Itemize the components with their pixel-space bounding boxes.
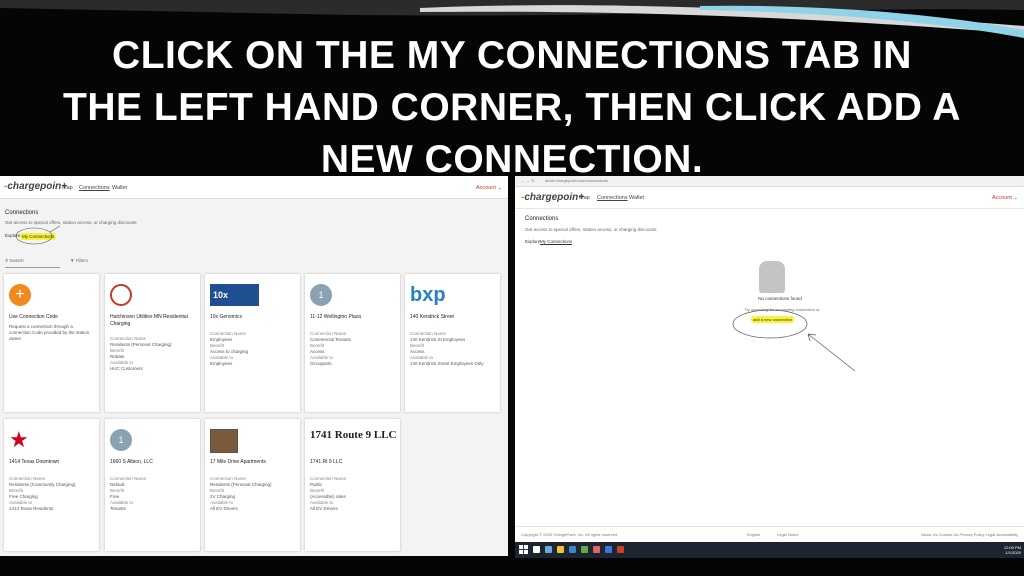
mail-icon[interactable] <box>569 546 576 553</box>
card-details: Connection Name Commercial Tenants Benefit… <box>310 331 351 366</box>
tab-my-connections[interactable]: My Connections <box>540 239 573 245</box>
card-name: Use Connection Code <box>9 314 58 320</box>
nav-map[interactable]: Map <box>579 195 590 201</box>
connection-card[interactable]: 1 1660 S Albion, LLC Connection Name Defa… <box>105 419 200 551</box>
file-explorer-icon[interactable] <box>557 546 564 553</box>
system-clock[interactable]: 12:00 PM 1/1/2020 <box>1004 545 1021 555</box>
plus-icon: + <box>9 284 31 306</box>
account-menu[interactable]: Account ⌄ <box>992 195 1018 201</box>
account-menu[interactable]: Account ⌄ <box>476 185 502 191</box>
nav-connections[interactable]: Connections <box>597 195 628 201</box>
browser-nav-icons[interactable]: ← → ↻ <box>521 178 535 183</box>
page-title: Connections <box>525 216 559 222</box>
star-icon: ★ <box>9 427 29 452</box>
card-details: Connection Name Employees Benefit Access to… <box>210 331 249 366</box>
card-details: Connection Name Default Benefit Free Availab… <box>110 476 147 511</box>
title-line-1: CLICK ON THE MY CONNECTIONS TAB IN <box>112 34 912 77</box>
card-details: Connection Name 140 Kendrick St Employees… <box>410 331 484 366</box>
title-line-2: THE LEFT HAND CORNER, THEN CLICK ADD A <box>63 86 961 129</box>
word-icon[interactable] <box>605 546 612 553</box>
seal-icon <box>110 284 132 306</box>
10x-logo: 10x <box>210 284 259 306</box>
text-logo: 1741 Route 9 LLC <box>310 429 397 441</box>
screenshot-explore: -chargepoin+ Map Connections Wallet Acco… <box>0 176 508 556</box>
bxp-logo: bxp <box>410 284 446 306</box>
card-details: Connection Name Residents (Personal Charg… <box>210 476 272 511</box>
top-nav: -chargepoin+ Map Connections Wallet Acco… <box>515 186 1024 209</box>
card-name: Hutchinson Utilities MN Residential Char… <box>110 314 188 327</box>
connection-card[interactable]: bxp 140 Kendrick Street Connection Name 1… <box>405 274 500 412</box>
card-description: Request a connection through a connectio… <box>9 324 90 341</box>
avatar-icon: 1 <box>110 429 132 451</box>
card-name: 140 Kendrick Street <box>410 314 454 320</box>
nav-wallet[interactable]: Wallet <box>112 185 127 191</box>
card-name: 17 Mile Drive Apartments <box>210 459 266 465</box>
card-name: 10x Genomics <box>210 314 242 320</box>
page-subtitle: Get access to special offers, station ac… <box>525 227 657 232</box>
screenshot-my-connections: ← → ↻ driver.chargepoint.com/connections… <box>515 176 1024 558</box>
connection-card[interactable]: 17 Mile Drive Apartments Connection Name… <box>205 419 300 551</box>
windows-taskbar: 12:00 PM 1/1/2020 <box>515 542 1024 558</box>
search-underline <box>5 267 60 268</box>
connection-card[interactable]: ★ 1414 Texas Downtown Connection Name Res… <box>4 419 99 551</box>
windows-start-icon[interactable] <box>519 545 528 554</box>
copyright-text: Copyright © 2020 ChargePoint, Inc. All r… <box>521 532 619 537</box>
connection-card[interactable]: + Use Connection Code Request a connecti… <box>4 274 99 412</box>
card-name: 1660 S Albion, LLC <box>110 459 153 465</box>
powerpoint-icon[interactable] <box>617 546 624 553</box>
nav-map[interactable]: Map <box>62 185 73 191</box>
language-link[interactable]: English <box>747 532 760 537</box>
slide-title: CLICK ON THE MY CONNECTIONS TAB IN THE L… <box>0 30 1024 186</box>
footer: Copyright © 2020 ChargePoint, Inc. All r… <box>515 526 1024 541</box>
connection-card[interactable]: Hutchinson Utilities MN Residential Char… <box>105 274 200 412</box>
card-name: 1414 Texas Downtown <box>9 459 60 465</box>
photo-icon <box>210 429 238 453</box>
nav-wallet[interactable]: Wallet <box>629 195 644 201</box>
card-name: 1741 Rt 9 LLC <box>310 459 343 465</box>
card-details: Connection Name Residents (Community Char… <box>9 476 76 511</box>
footer-links[interactable]: About Us Contact Us Privacy Policy Legal… <box>921 532 1018 537</box>
connection-card[interactable]: 1741 Route 9 LLC 1741 Rt 9 LLC Connectio… <box>305 419 400 551</box>
connection-card[interactable]: 10x 10x Genomics Connection Name Employee… <box>205 274 300 412</box>
highlight-annotation <box>732 309 856 372</box>
search-icon[interactable] <box>533 546 540 553</box>
card-name: 11-12 Wellington Plaza <box>310 314 361 320</box>
task-view-icon[interactable] <box>545 546 552 553</box>
chargepoint-logo[interactable]: -chargepoin+ <box>521 192 584 203</box>
tab-explore[interactable]: Explore <box>525 239 540 244</box>
legal-notes-link[interactable]: Legal Notes <box>777 532 798 537</box>
avatar-icon: 1 <box>310 284 332 306</box>
url-field[interactable]: driver.chargepoint.com/connections <box>545 178 608 183</box>
top-nav: -chargepoin+ Map Connections Wallet Acco… <box>0 176 508 199</box>
chargepoint-logo[interactable]: -chargepoin+ <box>4 181 67 192</box>
card-details: Connection Name Public Benefit (Accessible)… <box>310 476 347 511</box>
filters-button[interactable]: ▼ Filters <box>70 258 88 263</box>
card-details: Connection Name Residents (Personal Charg… <box>110 336 172 371</box>
nav-connections[interactable]: Connections <box>79 185 110 191</box>
car-illustration-icon <box>759 261 785 293</box>
chrome-icon[interactable] <box>593 546 600 553</box>
edge-icon[interactable] <box>581 546 588 553</box>
page-title: Connections <box>5 210 39 216</box>
search-input[interactable]: ⚲ Search <box>5 258 24 264</box>
connection-card[interactable]: 1 11-12 Wellington Plaza Connection Name… <box>305 274 400 412</box>
highlight-annotation <box>15 225 61 245</box>
